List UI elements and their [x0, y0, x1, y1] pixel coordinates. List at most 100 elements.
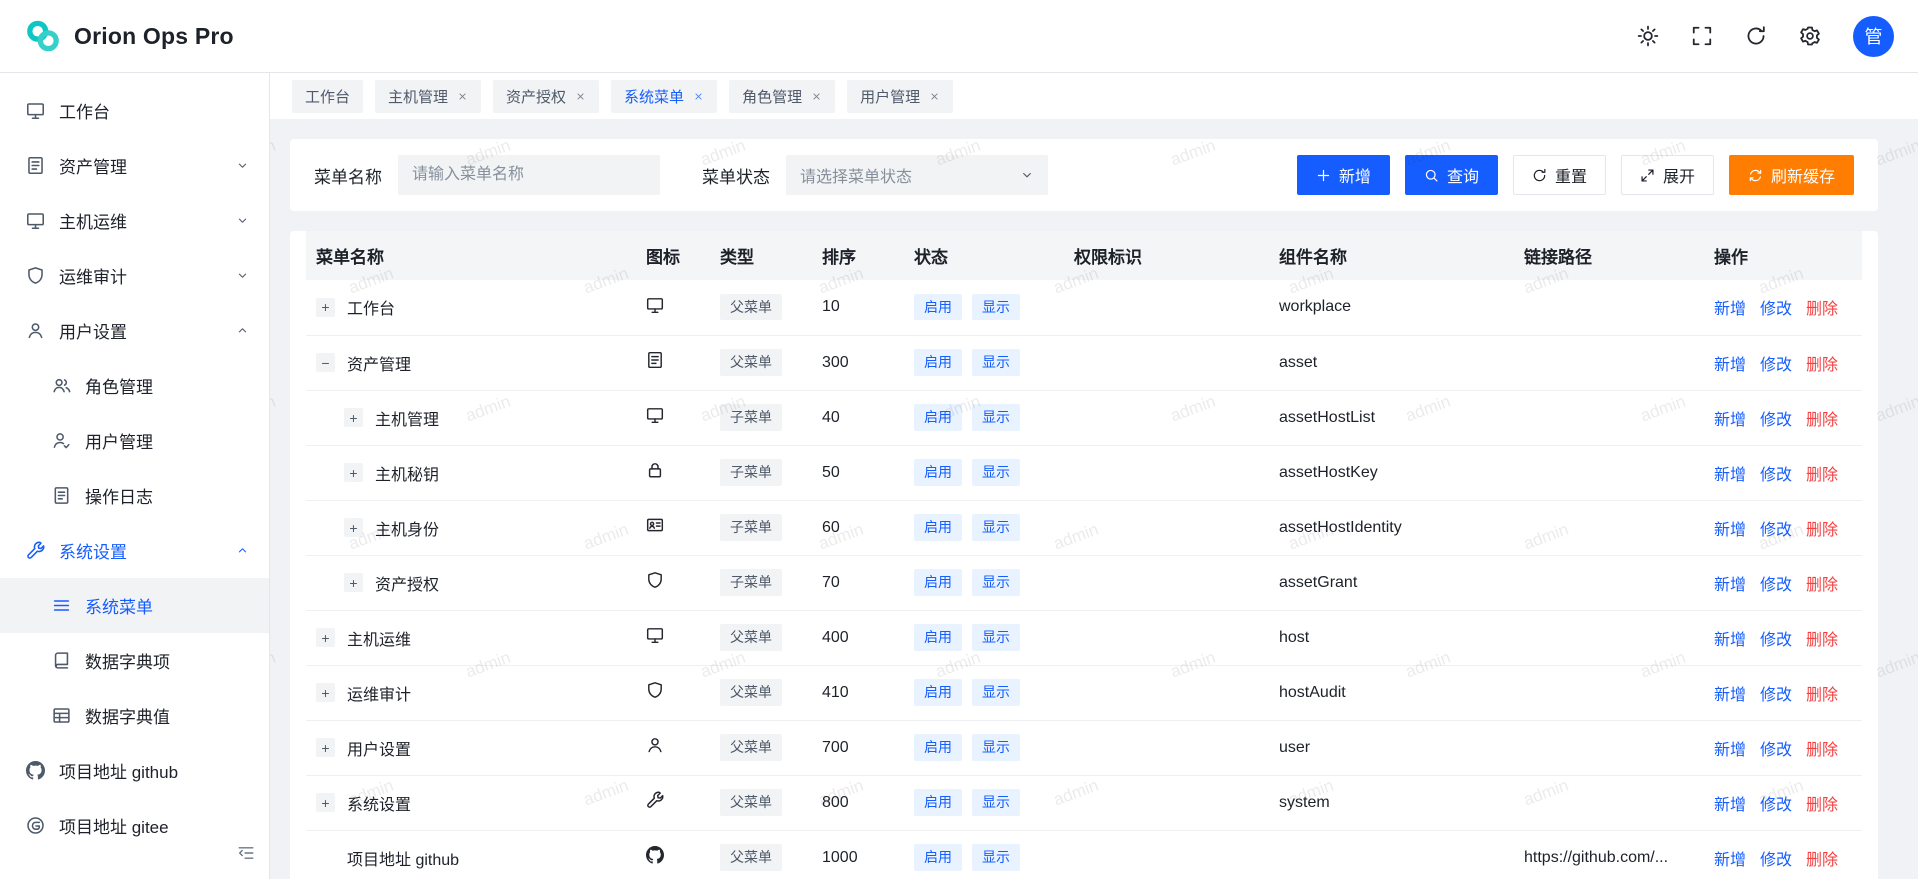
row-expander[interactable]: + — [344, 573, 363, 592]
sidebar-item-host-ops[interactable]: 主机运维 — [0, 193, 269, 248]
row-edit-link[interactable]: 修改 — [1760, 687, 1792, 704]
sidebar-item-gitee[interactable]: 项目地址 gitee — [0, 798, 269, 853]
status-badge: 显示 — [972, 514, 1020, 540]
row-delete-link[interactable]: 删除 — [1806, 412, 1838, 429]
row-edit-link[interactable]: 修改 — [1760, 742, 1792, 759]
sidebar-item-user-manage[interactable]: 用户管理 — [0, 413, 269, 468]
row-add-link[interactable]: 新增 — [1714, 687, 1746, 704]
row-expander[interactable]: + — [316, 738, 335, 757]
add-button-label: 新增 — [1339, 163, 1371, 187]
row-edit-link[interactable]: 修改 — [1760, 522, 1792, 539]
sidebar-item-label: 用户设置 — [59, 318, 222, 343]
reset-button-label: 重置 — [1555, 163, 1587, 187]
menu-status-select[interactable]: 请选择菜单状态 — [786, 155, 1048, 195]
table-row: +用户设置父菜单700启用显示user新增修改删除 — [306, 720, 1862, 775]
row-add-link[interactable]: 新增 — [1714, 577, 1746, 594]
row-delete-link[interactable]: 删除 — [1806, 742, 1838, 759]
status-badge: 启用 — [914, 459, 962, 485]
user-icon — [26, 321, 45, 340]
table-row: +工作台父菜单10启用显示workplace新增修改删除 — [306, 280, 1862, 335]
row-delete-link[interactable]: 删除 — [1806, 852, 1838, 869]
add-button[interactable]: 新增 — [1297, 155, 1390, 195]
search-button[interactable]: 查询 — [1405, 155, 1498, 195]
row-edit-link[interactable]: 修改 — [1760, 412, 1792, 429]
row-add-link[interactable]: 新增 — [1714, 522, 1746, 539]
row-edit-link[interactable]: 修改 — [1760, 357, 1792, 374]
row-expander[interactable]: + — [316, 793, 335, 812]
tab-role-manage[interactable]: 角色管理 — [729, 80, 835, 113]
refresh-cache-button-label: 刷新缓存 — [1771, 163, 1835, 187]
row-add-link[interactable]: 新增 — [1714, 301, 1746, 318]
sidebar-collapse-button[interactable] — [237, 844, 255, 867]
row-add-link[interactable]: 新增 — [1714, 357, 1746, 374]
sidebar-item-system-settings[interactable]: 系统设置 — [0, 523, 269, 578]
row-add-link[interactable]: 新增 — [1714, 742, 1746, 759]
row-delete-link[interactable]: 删除 — [1806, 687, 1838, 704]
sidebar-item-dict-item[interactable]: 数据字典项 — [0, 633, 269, 688]
top-header: Orion Ops Pro 管 — [0, 0, 1918, 73]
type-badge: 子菜单 — [720, 569, 782, 595]
row-edit-link[interactable]: 修改 — [1760, 852, 1792, 869]
row-add-link[interactable]: 新增 — [1714, 467, 1746, 484]
table-row: 项目地址 github父菜单1000启用显示https://github.com… — [306, 830, 1862, 879]
close-icon[interactable] — [575, 91, 586, 102]
row-delete-link[interactable]: 删除 — [1806, 797, 1838, 814]
header-actions: 管 — [1637, 16, 1894, 57]
sidebar-item-role-manage[interactable]: 角色管理 — [0, 358, 269, 413]
chevron-down-icon — [236, 269, 249, 282]
type-badge: 父菜单 — [720, 734, 782, 760]
sidebar-item-op-log[interactable]: 操作日志 — [0, 468, 269, 523]
close-icon[interactable] — [457, 91, 468, 102]
status-badge: 显示 — [972, 679, 1020, 705]
refresh-cache-button[interactable]: 刷新缓存 — [1729, 155, 1854, 195]
tab-host-manage[interactable]: 主机管理 — [375, 80, 481, 113]
row-expander[interactable]: + — [344, 518, 363, 537]
app-logo-icon — [24, 17, 62, 55]
row-expander[interactable]: + — [316, 628, 335, 647]
sidebar-item-github[interactable]: 项目地址 github — [0, 743, 269, 798]
row-edit-link[interactable]: 修改 — [1760, 577, 1792, 594]
sidebar-item-asset-manage[interactable]: 资产管理 — [0, 138, 269, 193]
tab-workbench[interactable]: 工作台 — [292, 80, 363, 113]
row-expander[interactable]: + — [316, 298, 335, 317]
close-icon[interactable] — [811, 91, 822, 102]
row-delete-link[interactable]: 删除 — [1806, 632, 1838, 649]
tab-asset-grant[interactable]: 资产授权 — [493, 80, 599, 113]
theme-toggle-button[interactable] — [1637, 25, 1659, 47]
row-edit-link[interactable]: 修改 — [1760, 467, 1792, 484]
close-icon[interactable] — [693, 91, 704, 102]
row-delete-link[interactable]: 删除 — [1806, 301, 1838, 318]
reset-button[interactable]: 重置 — [1513, 155, 1606, 195]
sidebar-item-user-settings[interactable]: 用户设置 — [0, 303, 269, 358]
refresh-button[interactable] — [1745, 25, 1767, 47]
row-delete-link[interactable]: 删除 — [1806, 357, 1838, 374]
row-edit-link[interactable]: 修改 — [1760, 632, 1792, 649]
row-add-link[interactable]: 新增 — [1714, 632, 1746, 649]
github-icon — [26, 761, 45, 780]
close-icon[interactable] — [929, 91, 940, 102]
row-expander[interactable]: − — [316, 353, 335, 372]
fullscreen-button[interactable] — [1691, 25, 1713, 47]
row-expander[interactable]: + — [344, 408, 363, 427]
sidebar-item-workbench[interactable]: 工作台 — [0, 83, 269, 138]
tab-user-manage[interactable]: 用户管理 — [847, 80, 953, 113]
expand-button[interactable]: 展开 — [1621, 155, 1714, 195]
row-edit-link[interactable]: 修改 — [1760, 301, 1792, 318]
menu-name-input[interactable] — [398, 155, 660, 195]
sidebar-item-ops-audit[interactable]: 运维审计 — [0, 248, 269, 303]
row-add-link[interactable]: 新增 — [1714, 797, 1746, 814]
settings-button[interactable] — [1799, 25, 1821, 47]
row-expander[interactable]: + — [344, 463, 363, 482]
row-delete-link[interactable]: 删除 — [1806, 577, 1838, 594]
row-add-link[interactable]: 新增 — [1714, 412, 1746, 429]
row-edit-link[interactable]: 修改 — [1760, 797, 1792, 814]
row-expander[interactable]: + — [316, 683, 335, 702]
sidebar-item-system-menu[interactable]: 系统菜单 — [0, 578, 269, 633]
sidebar-item-dict-value[interactable]: 数据字典值 — [0, 688, 269, 743]
row-add-link[interactable]: 新增 — [1714, 852, 1746, 869]
tab-system-menu[interactable]: 系统菜单 — [611, 80, 717, 113]
brand[interactable]: Orion Ops Pro — [24, 17, 234, 55]
row-delete-link[interactable]: 删除 — [1806, 467, 1838, 484]
user-avatar[interactable]: 管 — [1853, 16, 1894, 57]
row-delete-link[interactable]: 删除 — [1806, 522, 1838, 539]
